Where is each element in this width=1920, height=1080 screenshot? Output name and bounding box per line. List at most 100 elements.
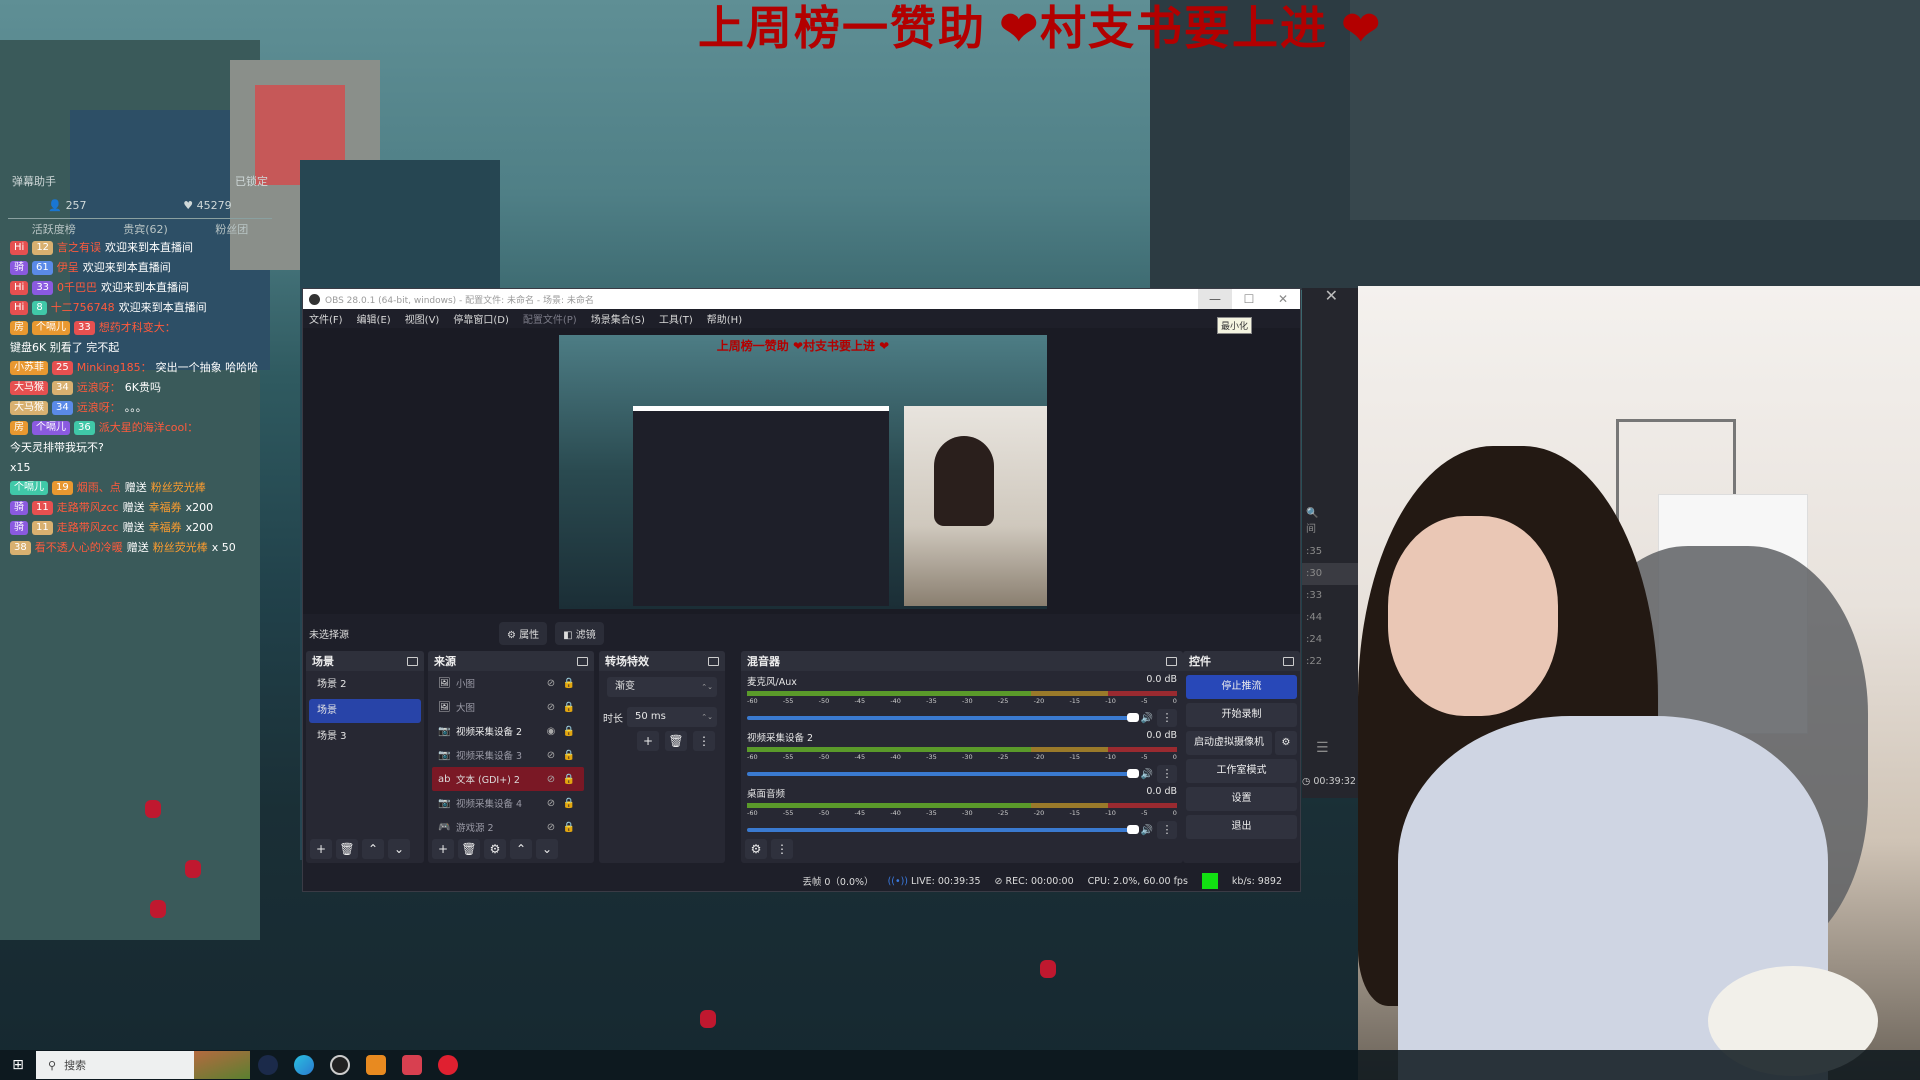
eye-hidden-icon[interactable]: ⊘ — [542, 678, 560, 689]
menu-item[interactable]: 工具(T) — [659, 311, 693, 326]
channel-menu-button[interactable]: ⋮ — [1157, 821, 1177, 839]
source-item[interactable]: 🖼 小图 ⊘ 🔒 — [432, 671, 584, 695]
program-preview[interactable]: 上周榜一赞助 ❤村支书要上进 ❤ — [559, 335, 1047, 609]
move-up-button[interactable]: ⌃ — [362, 839, 384, 859]
source-properties-button[interactable]: ⚙ — [484, 839, 506, 859]
netease-music-icon[interactable] — [430, 1050, 466, 1080]
lock-icon[interactable]: 🔒 — [560, 678, 578, 689]
transition-menu-button[interactable]: ⋮ — [693, 731, 715, 751]
duration-spinbox[interactable]: 50 ms — [627, 707, 717, 727]
side-panel-item[interactable]: :33 — [1302, 585, 1360, 607]
undock-icon[interactable] — [1283, 656, 1294, 666]
taskbar-search[interactable]: ⚲ 搜索 — [36, 1051, 250, 1079]
eye-hidden-icon[interactable]: ⊘ — [542, 798, 560, 809]
source-item[interactable]: 📷 视频采集设备 2 ◉ 🔒 — [432, 719, 584, 743]
settings-button[interactable]: 设置 — [1186, 787, 1297, 811]
menu-item[interactable]: 编辑(E) — [357, 311, 391, 326]
stop-streaming-button[interactable]: 停止推流 — [1186, 675, 1297, 699]
eye-icon[interactable]: ◉ — [542, 726, 560, 737]
virtual-camera-settings-button[interactable]: ⚙ — [1275, 731, 1297, 755]
close-icon[interactable]: ✕ — [1325, 286, 1338, 305]
scene-item[interactable]: 场景 2 — [309, 673, 421, 697]
add-transition-button[interactable]: + — [637, 731, 659, 751]
speaker-icon[interactable]: 🔊 — [1141, 769, 1153, 780]
lock-icon[interactable]: 🔒 — [560, 726, 578, 737]
add-source-button[interactable]: + — [432, 839, 454, 859]
steam-icon[interactable] — [250, 1050, 286, 1080]
channel-menu-button[interactable]: ⋮ — [1157, 709, 1177, 727]
edge-icon[interactable] — [286, 1050, 322, 1080]
chat-tab[interactable]: 活跃度榜 — [32, 221, 76, 237]
studio-mode-button[interactable]: 工作室模式 — [1186, 759, 1297, 783]
undock-icon[interactable] — [1166, 656, 1177, 666]
app-red-icon[interactable] — [394, 1050, 430, 1080]
advanced-audio-button[interactable]: ⚙ — [745, 839, 767, 859]
exit-button[interactable]: 退出 — [1186, 815, 1297, 839]
menu-item[interactable]: 停靠窗口(D) — [453, 311, 509, 326]
volume-slider[interactable] — [747, 769, 1139, 778]
remove-source-button[interactable]: 🗑 — [458, 839, 480, 859]
chat-tab[interactable]: 贵宾(62) — [123, 221, 168, 237]
slider-handle[interactable] — [1126, 769, 1139, 778]
remove-scene-button[interactable]: 🗑 — [336, 839, 358, 859]
slider-handle[interactable] — [1126, 825, 1139, 834]
menu-item[interactable]: 配置文件(P) — [523, 311, 577, 326]
eye-hidden-icon[interactable]: ⊘ — [542, 750, 560, 761]
windows-start-icon[interactable]: ⊞ — [0, 1057, 36, 1073]
side-panel-item[interactable]: 间 — [1302, 519, 1360, 541]
channel-menu-button[interactable]: ⋮ — [1157, 765, 1177, 783]
app-orange-icon[interactable] — [358, 1050, 394, 1080]
menu-item[interactable]: 文件(F) — [309, 311, 343, 326]
lock-icon[interactable]: 🔒 — [560, 822, 578, 833]
title-bar[interactable]: OBS 28.0.1 (64-bit, windows) - 配置文件: 未命名… — [303, 289, 1300, 309]
undock-icon[interactable] — [407, 656, 418, 666]
source-item[interactable]: 📷 视频采集设备 4 ⊘ 🔒 — [432, 791, 584, 815]
source-item[interactable]: 🎮 游戏源 2 ⊘ 🔒 — [432, 815, 584, 839]
move-up-button[interactable]: ⌃ — [510, 839, 532, 859]
menu-item[interactable]: 帮助(H) — [707, 311, 742, 326]
volume-slider[interactable] — [747, 825, 1139, 834]
slider-handle[interactable] — [1126, 713, 1139, 722]
filters-button[interactable]: ◧ 滤镜 — [555, 621, 604, 645]
lock-icon[interactable]: 🔒 — [560, 702, 578, 713]
list-icon[interactable]: ☰ — [1316, 740, 1329, 756]
undock-icon[interactable] — [708, 656, 719, 666]
minimize-button[interactable]: — — [1198, 289, 1232, 309]
chat-lock-label[interactable]: 已锁定 — [235, 173, 268, 189]
side-panel-item[interactable]: :30 — [1302, 563, 1360, 585]
source-item[interactable]: 🖼 大图 ⊘ 🔒 — [432, 695, 584, 719]
side-panel-item[interactable]: :24 — [1302, 629, 1360, 651]
remove-transition-button[interactable]: 🗑 — [665, 731, 687, 751]
properties-button[interactable]: ⚙ 属性 — [499, 621, 548, 645]
add-scene-button[interactable]: + — [310, 839, 332, 859]
side-panel-item[interactable]: :44 — [1302, 607, 1360, 629]
eye-hidden-icon[interactable]: ⊘ — [542, 702, 560, 713]
side-panel-item[interactable]: :22 — [1302, 651, 1360, 673]
close-button[interactable]: ✕ — [1266, 289, 1300, 309]
transition-select[interactable]: 渐变 — [607, 677, 717, 697]
volume-slider[interactable] — [747, 713, 1139, 722]
eye-hidden-icon[interactable]: ⊘ — [542, 774, 560, 785]
menu-item[interactable]: 视图(V) — [405, 311, 440, 326]
start-virtual-camera-button[interactable]: 启动虚拟摄像机 — [1186, 731, 1272, 755]
scene-item[interactable]: 场景 — [309, 699, 421, 723]
search-icon[interactable]: 🔍 — [1302, 508, 1360, 519]
lock-icon[interactable]: 🔒 — [560, 774, 578, 785]
maximize-button[interactable]: ☐ — [1232, 289, 1266, 309]
move-down-button[interactable]: ⌄ — [536, 839, 558, 859]
source-item[interactable]: 📷 视频采集设备 3 ⊘ 🔒 — [432, 743, 584, 767]
start-recording-button[interactable]: 开始录制 — [1186, 703, 1297, 727]
mixer-menu-button[interactable]: ⋮ — [771, 839, 793, 859]
side-panel-item[interactable]: :35 — [1302, 541, 1360, 563]
menu-item[interactable]: 场景集合(S) — [591, 311, 645, 326]
lock-icon[interactable]: 🔒 — [560, 798, 578, 809]
scene-item[interactable]: 场景 3 — [309, 725, 421, 749]
move-down-button[interactable]: ⌄ — [388, 839, 410, 859]
obs-icon[interactable] — [322, 1050, 358, 1080]
chat-tab[interactable]: 粉丝团 — [215, 221, 248, 237]
speaker-icon[interactable]: 🔊 — [1141, 713, 1153, 724]
eye-hidden-icon[interactable]: ⊘ — [542, 822, 560, 833]
source-item[interactable]: ab 文本 (GDI+) 2 ⊘ 🔒 — [432, 767, 584, 791]
undock-icon[interactable] — [577, 656, 588, 666]
lock-icon[interactable]: 🔒 — [560, 750, 578, 761]
